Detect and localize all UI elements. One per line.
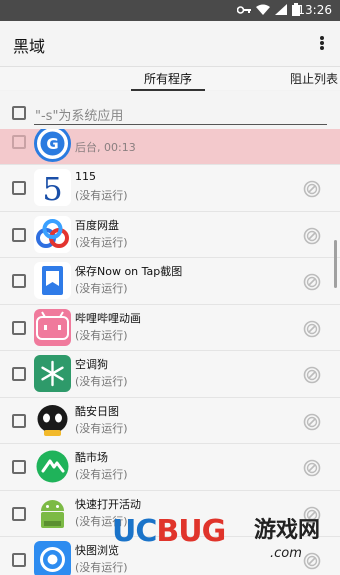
tab-block-list[interactable]: 阻止列表 — [290, 70, 338, 87]
list-item[interactable]: 酷安日图 (没有运行) — [0, 397, 340, 444]
app-status: (没有运行) — [75, 282, 128, 295]
app-list: G 后台, 00:13 5 115 (没有运行) 百度网盘 (没有运行) 保存N… — [0, 129, 340, 575]
tab-bar: 所有程序 阻止列表 — [0, 66, 340, 91]
status-bar: 13:26 — [0, 0, 340, 21]
row-checkbox[interactable] — [12, 181, 26, 195]
app-status: (没有运行) — [75, 468, 128, 481]
row-checkbox[interactable] — [12, 553, 26, 567]
block-icon[interactable] — [303, 366, 321, 384]
list-item[interactable]: G 后台, 00:13 — [0, 129, 340, 165]
app-title: 黑域 — [13, 37, 46, 56]
app-name: 115 — [75, 170, 96, 183]
watermark-brand: UCBUG — [112, 514, 226, 549]
app-bar: 黑域 — [0, 21, 340, 66]
android-root-icon — [34, 494, 71, 532]
watermark-logo: UCBUG 游戏网 .com — [112, 510, 340, 575]
tab-all-apps-label: 所有程序 — [143, 72, 192, 86]
tab-block-list-label: 阻止列表 — [290, 72, 339, 86]
list-item[interactable]: 保存Now on Tap截图 (没有运行) — [0, 258, 340, 305]
g-app-icon: G — [34, 129, 71, 162]
watermark-com: .com — [270, 546, 302, 561]
status-icons — [236, 3, 300, 20]
row-checkbox[interactable] — [12, 506, 26, 521]
filter-bar: "-s"为系统应用 — [0, 91, 340, 129]
bilibili-icon — [34, 308, 71, 346]
watermark-cn: 游戏网 — [254, 518, 321, 543]
block-icon[interactable] — [303, 273, 321, 291]
row-checkbox[interactable] — [12, 413, 26, 428]
block-icon[interactable] — [303, 413, 321, 431]
select-all-checkbox[interactable] — [12, 106, 26, 120]
tab-all-apps[interactable]: 所有程序 — [131, 70, 205, 91]
app-name: 百度网盘 — [75, 218, 119, 232]
row-checkbox[interactable] — [12, 460, 26, 474]
coolmarket-icon — [34, 448, 71, 485]
app-status: (没有运行) — [75, 189, 128, 202]
list-item[interactable]: 空调狗 (没有运行) — [0, 351, 340, 398]
list-item[interactable]: 哔哩哔哩动画 (没有运行) — [0, 304, 340, 351]
app-name: 保存Now on Tap截图 — [75, 265, 183, 278]
screen: 13:26 黑域 所有程序 阻止列表 "-s"为系统应用 G 后台, 00:13 — [0, 0, 340, 575]
app-name: 空调狗 — [75, 358, 108, 371]
row-checkbox[interactable] — [12, 135, 26, 149]
block-icon[interactable] — [303, 180, 321, 198]
app-status: (没有运行) — [75, 421, 128, 435]
bookmark-icon — [34, 262, 71, 299]
watermark-bug: BUG — [156, 514, 226, 549]
coolapk-mascot-icon — [34, 401, 71, 439]
list-item[interactable]: 百度网盘 (没有运行) — [0, 211, 340, 258]
search-input[interactable]: "-s"为系统应用 — [35, 105, 123, 124]
row-checkbox[interactable] — [12, 320, 26, 335]
app-name: 哔哩哔哩动画 — [75, 311, 141, 325]
list-item[interactable]: 酷市场 (没有运行) — [0, 444, 340, 491]
block-icon[interactable] — [303, 459, 321, 477]
block-icon[interactable] — [303, 320, 321, 338]
list-item[interactable]: 5 115 (没有运行) — [0, 165, 340, 212]
signal-icon — [275, 4, 287, 19]
list-scrollbar[interactable] — [334, 240, 337, 288]
watermark-uc: UC — [112, 514, 157, 549]
overflow-menu-icon[interactable] — [316, 33, 328, 53]
snowflake-icon — [34, 355, 71, 392]
wifi-icon — [256, 4, 270, 19]
app-status: (没有运行) — [75, 235, 128, 249]
svg-text:5: 5 — [42, 170, 62, 206]
baidu-netdisk-icon — [34, 215, 71, 253]
app-status: (没有运行) — [75, 328, 128, 342]
app-status: 后台, 00:13 — [75, 141, 136, 154]
app-name: 酷市场 — [75, 451, 108, 464]
app-name: 酷安日图 — [75, 404, 119, 418]
svg-text:G: G — [46, 135, 58, 153]
key-icon — [236, 5, 251, 19]
row-checkbox[interactable] — [12, 367, 26, 381]
quickpic-icon — [34, 541, 71, 575]
app-status: (没有运行) — [75, 375, 128, 388]
115-icon: 5 — [34, 169, 71, 206]
row-checkbox[interactable] — [12, 227, 26, 242]
search-input-underline — [34, 124, 327, 125]
row-checkbox[interactable] — [12, 274, 26, 288]
block-icon[interactable] — [303, 227, 321, 245]
clock: 13:26 — [297, 3, 332, 17]
